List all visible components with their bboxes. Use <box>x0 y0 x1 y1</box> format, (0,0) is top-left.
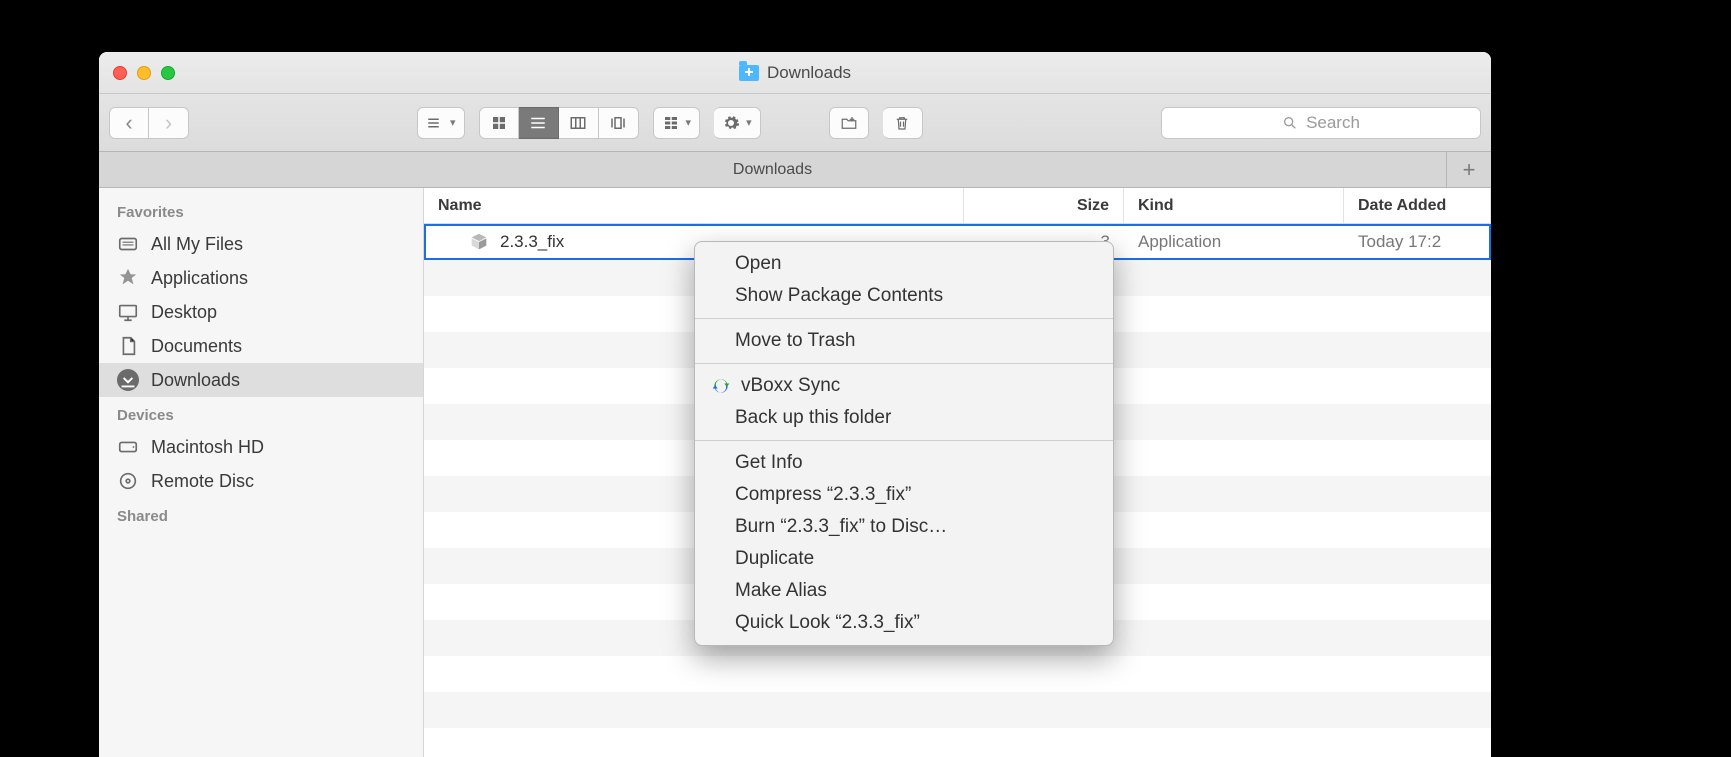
all-files-icon <box>117 233 139 255</box>
disc-icon <box>117 470 139 492</box>
sidebar-section-favorites: Favorites <box>99 194 423 227</box>
window-title: Downloads <box>99 63 1491 83</box>
gear-icon <box>722 114 740 132</box>
back-button[interactable]: ‹ <box>109 107 149 139</box>
list-lines-icon <box>529 114 547 132</box>
col-name[interactable]: Name <box>424 188 964 223</box>
ctx-get-info[interactable]: Get Info <box>695 447 1113 479</box>
column-view-button[interactable] <box>559 107 599 139</box>
search-field[interactable]: Search <box>1161 107 1481 139</box>
ctx-separator <box>695 318 1113 319</box>
sidebar-label: Desktop <box>151 302 217 323</box>
col-size[interactable]: Size <box>964 188 1124 223</box>
sidebar-label: All My Files <box>151 234 243 255</box>
documents-icon <box>117 335 139 357</box>
ctx-backup-folder[interactable]: Back up this folder <box>695 402 1113 434</box>
maximize-button[interactable] <box>161 66 175 80</box>
sync-icon <box>711 376 731 396</box>
ctx-open[interactable]: Open <box>695 248 1113 280</box>
nav-group: ‹ › <box>109 107 189 139</box>
ctx-separator <box>695 363 1113 364</box>
tab-bar: Downloads + <box>99 152 1491 188</box>
sidebar-section-shared: Shared <box>99 498 423 531</box>
hdd-icon <box>117 436 139 458</box>
file-date: Today 17:2 <box>1358 232 1441 252</box>
close-button[interactable] <box>113 66 127 80</box>
sidebar-item-applications[interactable]: Applications <box>99 261 423 295</box>
col-kind[interactable]: Kind <box>1124 188 1344 223</box>
group-icon <box>662 114 680 132</box>
sidebar: Favorites All My Files Applications Desk… <box>99 188 424 757</box>
col-date[interactable]: Date Added <box>1344 188 1491 223</box>
ctx-make-alias[interactable]: Make Alias <box>695 575 1113 607</box>
sidebar-label: Macintosh HD <box>151 437 264 458</box>
ctx-move-to-trash[interactable]: Move to Trash <box>695 325 1113 357</box>
icon-view-button[interactable] <box>479 107 519 139</box>
sidebar-item-remote-disc[interactable]: Remote Disc <box>99 464 423 498</box>
list-view-button[interactable] <box>519 107 559 139</box>
sidebar-label: Applications <box>151 268 248 289</box>
application-icon <box>468 231 490 253</box>
column-headers: Name Size Kind Date Added <box>424 188 1491 224</box>
ctx-duplicate[interactable]: Duplicate <box>695 543 1113 575</box>
grid-icon <box>490 114 508 132</box>
new-tab-button[interactable]: + <box>1447 152 1491 187</box>
file-name: 2.3.3_fix <box>500 232 564 252</box>
desktop-icon <box>117 301 139 323</box>
ctx-show-package-contents[interactable]: Show Package Contents <box>695 280 1113 312</box>
search-placeholder: Search <box>1306 113 1360 133</box>
coverflow-view-button[interactable] <box>599 107 639 139</box>
sidebar-label: Remote Disc <box>151 471 254 492</box>
context-menu: Open Show Package Contents Move to Trash… <box>694 241 1114 646</box>
ctx-burn[interactable]: Burn “2.3.3_fix” to Disc… <box>695 511 1113 543</box>
traffic-lights <box>113 66 175 80</box>
window-title-text: Downloads <box>767 63 851 83</box>
list-icon <box>426 114 444 132</box>
sidebar-section-devices: Devices <box>99 397 423 430</box>
trash-button[interactable] <box>883 107 923 139</box>
ctx-vboxx-sync[interactable]: vBoxx Sync <box>695 370 1113 402</box>
downloads-icon <box>117 369 139 391</box>
sidebar-label: Documents <box>151 336 242 357</box>
finder-window: Downloads ‹ › ▾ <box>99 52 1491 757</box>
sidebar-item-documents[interactable]: Documents <box>99 329 423 363</box>
titlebar: Downloads <box>99 52 1491 94</box>
columns-icon <box>569 114 587 132</box>
minimize-button[interactable] <box>137 66 151 80</box>
arrange-dropdown[interactable]: ▾ <box>417 107 465 139</box>
file-kind: Application <box>1138 232 1221 252</box>
sidebar-item-macintosh-hd[interactable]: Macintosh HD <box>99 430 423 464</box>
ctx-quick-look[interactable]: Quick Look “2.3.3_fix” <box>695 607 1113 639</box>
sidebar-item-all-my-files[interactable]: All My Files <box>99 227 423 261</box>
tab-downloads[interactable]: Downloads <box>99 152 1447 187</box>
toolbar: ‹ › ▾ ▾ <box>99 94 1491 152</box>
sidebar-item-desktop[interactable]: Desktop <box>99 295 423 329</box>
trash-icon <box>893 114 911 132</box>
applications-icon <box>117 267 139 289</box>
action-dropdown[interactable]: ▾ <box>714 107 761 139</box>
group-dropdown[interactable]: ▾ <box>653 107 701 139</box>
sidebar-item-downloads[interactable]: Downloads <box>99 363 423 397</box>
downloads-folder-icon <box>739 65 759 81</box>
new-folder-button[interactable] <box>829 107 869 139</box>
folder-plus-icon <box>840 114 858 132</box>
ctx-compress[interactable]: Compress “2.3.3_fix” <box>695 479 1113 511</box>
search-icon <box>1282 115 1298 131</box>
view-switcher <box>479 107 639 139</box>
coverflow-icon <box>609 114 627 132</box>
ctx-separator <box>695 440 1113 441</box>
sidebar-label: Downloads <box>151 370 240 391</box>
forward-button[interactable]: › <box>149 107 189 139</box>
